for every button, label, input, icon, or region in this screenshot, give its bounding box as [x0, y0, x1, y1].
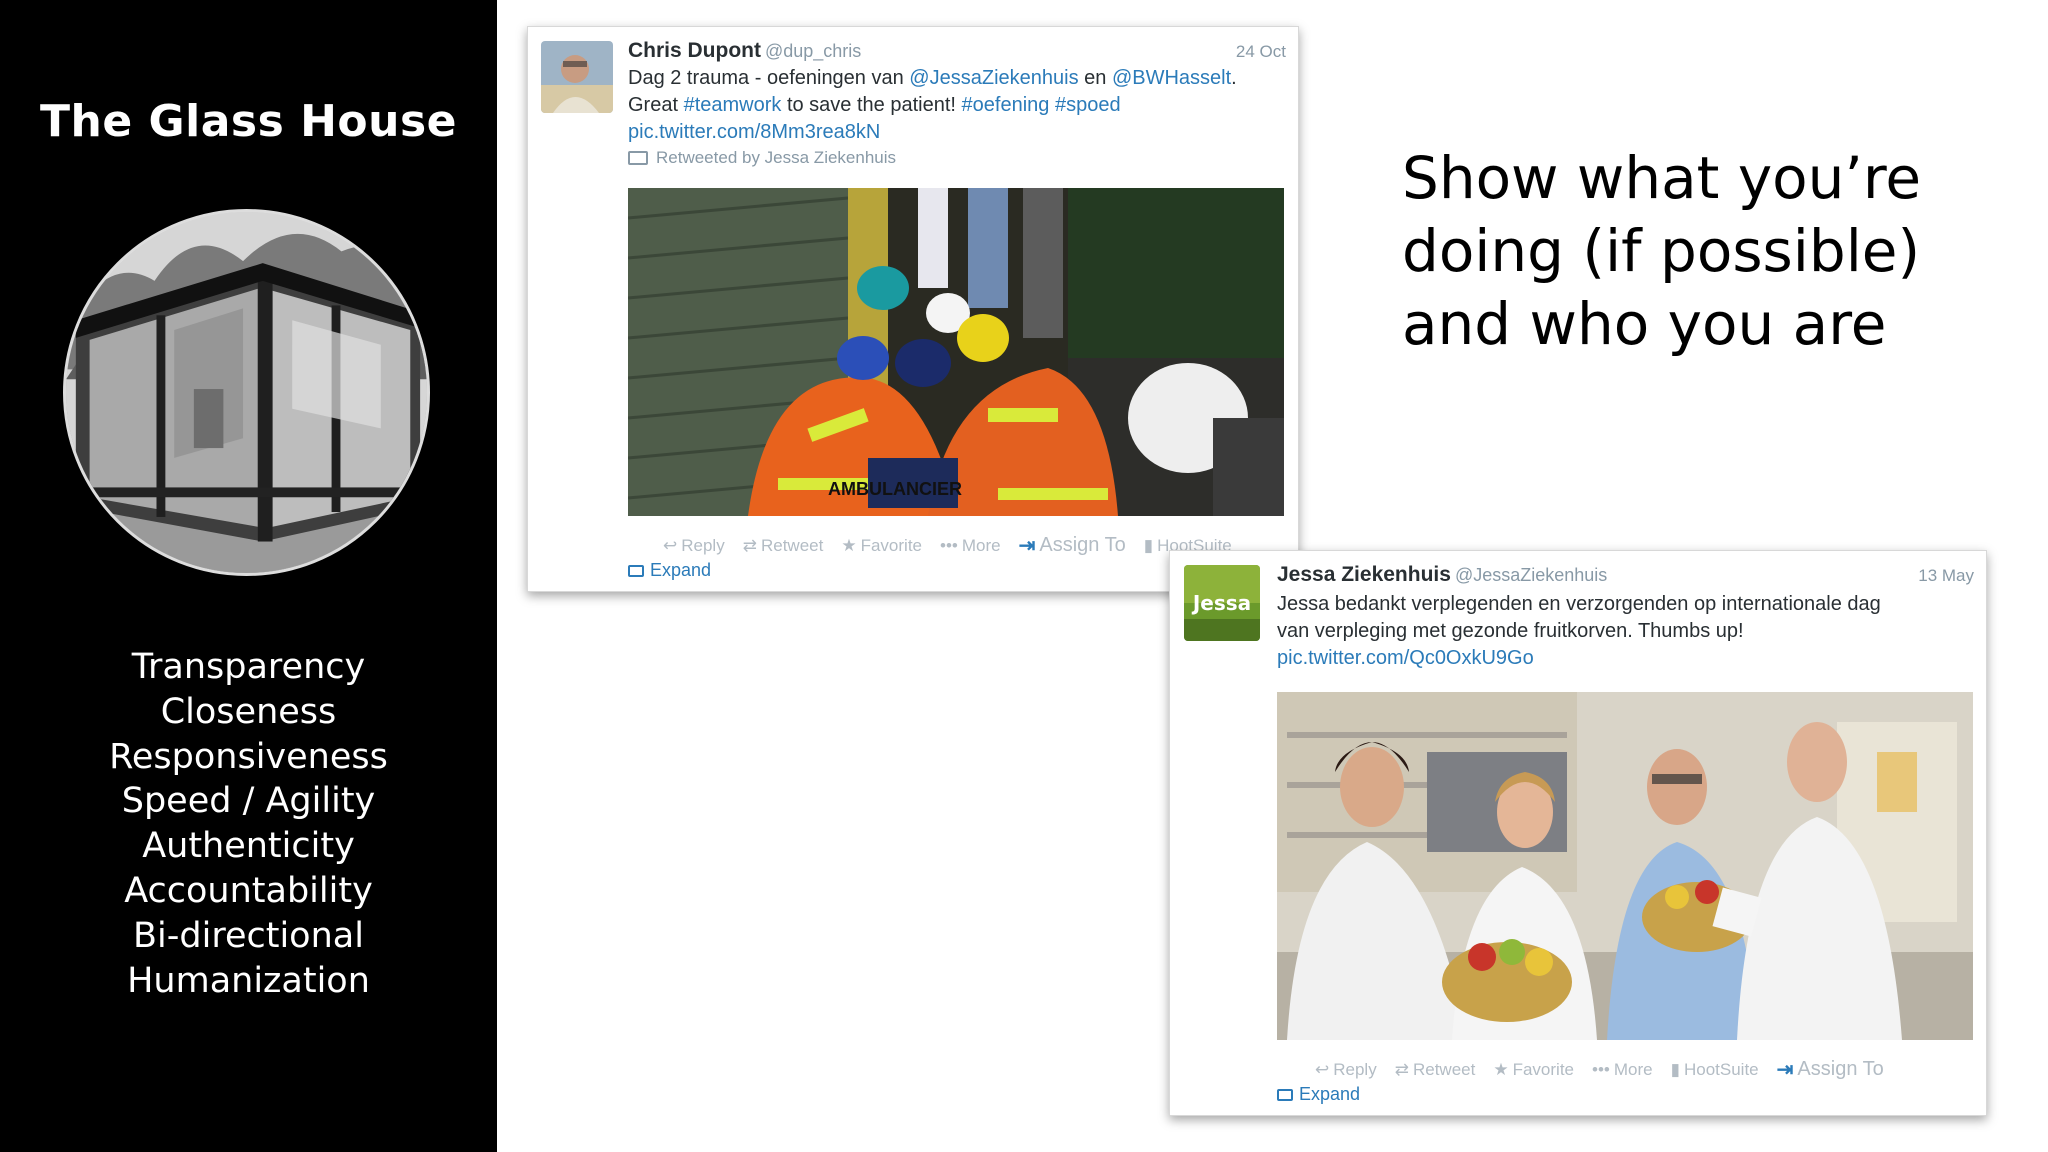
author-name[interactable]: Chris Dupont — [628, 39, 761, 62]
values-list: Transparency Closeness Responsiveness Sp… — [0, 645, 497, 1003]
assign-to-action[interactable]: ⇥ Assign To — [1777, 1057, 1884, 1082]
hashtag-link[interactable]: #spoed — [1055, 94, 1121, 116]
jessa-avatar[interactable]: Jessa — [1184, 565, 1260, 641]
assign-to-label[interactable]: Assign To — [1039, 534, 1125, 557]
reply-label[interactable]: Reply — [681, 536, 724, 556]
value-item-responsiveness: Responsiveness — [109, 736, 388, 777]
assign-to-action[interactable]: ⇥ Assign To — [1019, 533, 1126, 558]
tweet-photo[interactable] — [1277, 692, 1973, 1040]
avatar[interactable] — [541, 41, 613, 113]
favorite-label[interactable]: Favorite — [1513, 1060, 1574, 1080]
hootsuite-action[interactable]: ▮ HootSuite — [1671, 1060, 1759, 1080]
author-handle[interactable]: @JessaZiekenhuis — [1455, 565, 1607, 585]
more-action[interactable]: ••• More — [940, 536, 1001, 556]
more-label[interactable]: More — [1614, 1060, 1653, 1080]
favorite-label[interactable]: Favorite — [861, 536, 922, 556]
tweet-text-line: Jessa bedankt verplegenden en verzorgend… — [1277, 593, 1881, 615]
retweet-action[interactable]: ⇄ Retweet — [743, 536, 824, 556]
sidebar-title: The Glass House — [40, 96, 457, 147]
assign-icon: ⇥ — [1018, 535, 1036, 557]
expand-icon — [628, 564, 644, 577]
tweet-text-part: to save the patient! — [781, 94, 962, 116]
author-name[interactable]: Jessa Ziekenhuis — [1277, 563, 1451, 586]
mention-link[interactable]: @BWHasselt — [1112, 67, 1231, 89]
expand-label[interactable]: Expand — [1299, 1084, 1360, 1105]
expand-icon — [1277, 1088, 1293, 1101]
reply-action[interactable]: ↩ Reply — [663, 536, 725, 556]
headline-line-2: doing (if possible) — [1402, 217, 1921, 285]
expand-link[interactable]: Expand — [628, 560, 711, 581]
star-icon: ★ — [1493, 1059, 1509, 1079]
value-item-closeness: Closeness — [160, 691, 337, 732]
hootsuite-icon: ▮ — [1670, 1059, 1680, 1079]
reply-icon: ↩ — [663, 535, 678, 555]
value-item-accountability: Accountability — [124, 870, 373, 911]
pic-link[interactable]: pic.twitter.com/Qc0OxkU9Go — [1277, 647, 1534, 669]
assign-icon: ⇥ — [1776, 1059, 1794, 1081]
tweet-text-part: en — [1078, 67, 1112, 89]
star-icon: ★ — [841, 535, 857, 555]
value-item-authenticity: Authenticity — [142, 826, 355, 867]
value-item-speed-agility: Speed / Agility — [121, 781, 376, 822]
expand-label[interactable]: Expand — [650, 560, 711, 581]
tweet-card-jessa-ziekenhuis[interactable]: Jessa Jessa Ziekenhuis @JessaZiekenhuis 1… — [1169, 550, 1987, 1116]
more-action[interactable]: ••• More — [1592, 1060, 1653, 1080]
retweet-icon — [628, 151, 648, 165]
tweet-actions: ↩ Reply ⇄ Retweet ★ Favorite ••• More ▮ HootS… — [1315, 1057, 1884, 1082]
tweet-text: Jessa bedankt verplegenden en verzorgend… — [1277, 591, 1977, 672]
hashtag-link[interactable]: #oefening — [962, 94, 1050, 116]
headline-line-1: Show what you’re — [1402, 144, 1922, 212]
assign-to-label[interactable]: Assign To — [1797, 1058, 1883, 1081]
glass-house-photo — [63, 209, 430, 576]
tweet-date[interactable]: 13 May — [1918, 566, 1974, 586]
reply-icon: ↩ — [1315, 1059, 1330, 1079]
favorite-action[interactable]: ★ Favorite — [841, 536, 922, 556]
favorite-action[interactable]: ★ Favorite — [1493, 1060, 1574, 1080]
hashtag-link[interactable]: #teamwork — [684, 94, 782, 116]
more-icon: ••• — [940, 535, 958, 555]
retweet-icon: ⇄ — [1394, 1059, 1409, 1079]
slide-headline: Show what you’re doing (if possible) and… — [1402, 142, 1962, 361]
value-item-bi-directional: Bi-directional — [133, 915, 364, 956]
reply-label[interactable]: Reply — [1333, 1060, 1376, 1080]
tweet-text: Dag 2 trauma - oefeningen van @JessaZiek… — [628, 65, 1288, 146]
tweet-actions: ↩ Reply ⇄ Retweet ★ Favorite ••• More ⇥ Assig… — [663, 533, 1232, 558]
retweet-icon: ⇄ — [742, 535, 757, 555]
ambulancier-label: AMBULANCIER — [828, 479, 962, 499]
retweet-label[interactable]: Retweet — [1413, 1060, 1475, 1080]
tweet-card-chris-dupont[interactable]: Chris Dupont @dup_chris 24 Oct Dag 2 trau… — [527, 26, 1299, 592]
tweet-photo[interactable]: AMBULANCIER — [628, 188, 1284, 516]
value-item-transparency: Transparency — [131, 647, 366, 687]
tweet-text-part: Great — [628, 94, 684, 116]
mention-link[interactable]: @JessaZiekenhuis — [909, 67, 1078, 89]
tweet-author[interactable]: Jessa Ziekenhuis @JessaZiekenhuis — [1277, 563, 1607, 587]
more-icon: ••• — [1592, 1059, 1610, 1079]
hootsuite-icon: ▮ — [1143, 535, 1154, 555]
more-label[interactable]: More — [962, 536, 1001, 556]
retweeted-by[interactable]: Retweeted by Jessa Ziekenhuis — [628, 148, 896, 168]
jessa-logo-text: Jessa — [1191, 591, 1251, 615]
value-item-humanization: Humanization — [127, 960, 370, 1001]
retweeted-by-label[interactable]: Retweeted by Jessa Ziekenhuis — [656, 148, 896, 168]
tweet-date[interactable]: 24 Oct — [1236, 42, 1286, 62]
tweet-text-part: Dag 2 trauma - oefeningen van — [628, 67, 910, 89]
retweet-action[interactable]: ⇄ Retweet — [1395, 1060, 1476, 1080]
author-handle[interactable]: @dup_chris — [765, 41, 861, 61]
retweet-label[interactable]: Retweet — [761, 536, 823, 556]
reply-action[interactable]: ↩ Reply — [1315, 1060, 1377, 1080]
sidebar: The Glass House Transparency Closeness R… — [0, 0, 497, 1152]
tweet-author[interactable]: Chris Dupont @dup_chris — [628, 39, 861, 63]
tweet-text-line: van verpleging met gezonde fruitkorven. … — [1277, 620, 1744, 642]
pic-link[interactable]: pic.twitter.com/8Mm3rea8kN — [628, 121, 880, 143]
expand-link[interactable]: Expand — [1277, 1084, 1360, 1105]
hootsuite-label[interactable]: HootSuite — [1684, 1060, 1759, 1080]
tweet-text-part: . — [1231, 67, 1237, 89]
headline-line-3: and who you are — [1402, 290, 1887, 358]
